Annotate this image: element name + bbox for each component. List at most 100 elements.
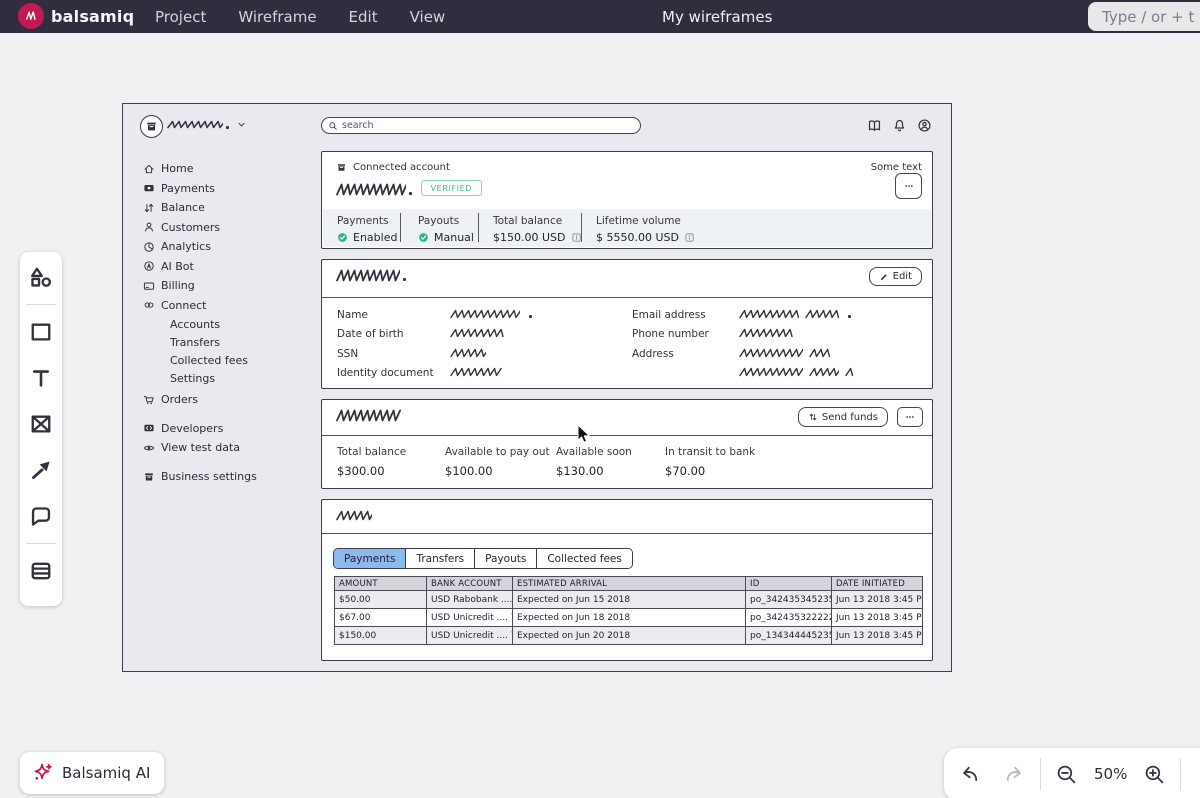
value-squiggle xyxy=(450,328,504,338)
bell-icon[interactable] xyxy=(892,118,907,133)
value-squiggle xyxy=(809,367,839,377)
account-title-squiggle xyxy=(336,183,406,196)
sidebar-item-ai-bot[interactable]: AI Bot xyxy=(143,260,303,273)
image-tool[interactable] xyxy=(28,411,54,437)
more-options-button[interactable] xyxy=(897,407,923,427)
comment-tool[interactable] xyxy=(28,503,54,529)
sidebar-item-customers[interactable]: Customers xyxy=(143,221,303,234)
datagrid-tool[interactable] xyxy=(28,558,54,584)
tab-collected-fees[interactable]: Collected fees xyxy=(537,549,632,568)
stat-available-soon: Available soon $130.00 xyxy=(556,446,632,478)
panel-title-squiggle xyxy=(336,409,401,422)
table-row: $67.00 USD Unicredit .... 7412 Expected … xyxy=(334,608,923,627)
arrow-icon xyxy=(29,458,53,482)
sidebar-item-home[interactable]: Home xyxy=(143,162,303,175)
activity-panel[interactable]: Payments Transfers Payouts Collected fee… xyxy=(321,499,933,661)
field-row: Name Email address xyxy=(322,309,932,324)
quick-add-input[interactable]: Type / or + t xyxy=(1088,2,1200,31)
datagrid-icon xyxy=(29,559,53,583)
sidebar-item-business-settings[interactable]: Business settings xyxy=(143,470,303,483)
sidebar-item-settings[interactable]: Settings xyxy=(143,372,303,385)
info-icon[interactable] xyxy=(684,232,695,243)
payments-table[interactable]: AMOUNT BANK ACCOUNT ESTIMATED ARRIVAL ID… xyxy=(334,576,923,645)
value-squiggle xyxy=(739,309,799,319)
divider xyxy=(1180,758,1182,790)
dot xyxy=(403,278,406,281)
panel-title-row: Edit xyxy=(336,267,922,286)
divider xyxy=(581,213,582,242)
tab-payments[interactable]: Payments xyxy=(334,549,407,568)
tab-transfers[interactable]: Transfers xyxy=(406,549,476,568)
rectangle-tool[interactable] xyxy=(28,319,54,345)
link-icon xyxy=(143,299,155,311)
tools-panel xyxy=(20,252,62,606)
image-icon xyxy=(29,412,53,436)
mock-account-switcher[interactable] xyxy=(167,119,247,130)
field-row: SSN Address xyxy=(322,348,932,363)
check-circle-icon xyxy=(418,232,429,243)
balsamiq-brand[interactable]: balsamiq xyxy=(18,3,134,29)
circled-a-icon xyxy=(143,260,155,272)
value-squiggle xyxy=(805,309,839,319)
rectangle-icon xyxy=(29,320,53,344)
sparkle-icon xyxy=(32,762,54,784)
value-squiggle xyxy=(739,348,803,358)
balsamiq-ai-button[interactable]: Balsamiq AI xyxy=(20,752,164,794)
sidebar-item-transfers[interactable]: Transfers xyxy=(143,336,303,349)
sidebar-item-accounts[interactable]: Accounts xyxy=(143,318,303,331)
search-placeholder: search xyxy=(342,120,374,131)
stat-total-balance: Total balance $150.00 USD xyxy=(493,215,582,244)
sidebar-item-orders[interactable]: Orders xyxy=(143,393,303,406)
zoom-level[interactable]: 50% xyxy=(1094,765,1127,783)
more-options-button[interactable] xyxy=(895,173,922,199)
divider xyxy=(322,533,932,534)
shapes-icon xyxy=(29,265,53,289)
book-icon[interactable] xyxy=(867,118,882,133)
stat-available-to-pay-out: Available to pay out $100.00 xyxy=(445,446,550,478)
eye-icon xyxy=(143,442,155,454)
arrow-tool[interactable] xyxy=(28,457,54,483)
sidebar-item-balance[interactable]: Balance xyxy=(143,201,303,214)
text-icon xyxy=(29,366,53,390)
connected-account-panel[interactable]: Connected account Some text VERIFIED Pay… xyxy=(321,151,933,249)
menu-view[interactable]: View xyxy=(410,8,446,26)
zoom-in-icon[interactable] xyxy=(1143,763,1166,786)
zoom-out-icon[interactable] xyxy=(1055,763,1078,786)
mouse-cursor xyxy=(577,424,590,443)
pencil-icon xyxy=(879,272,889,282)
redo-icon[interactable] xyxy=(1003,763,1026,786)
field-row: Identity document xyxy=(322,367,932,382)
up-down-arrows-icon xyxy=(808,412,818,422)
sidebar-item-developers[interactable]: Developers xyxy=(143,422,303,435)
mock-app-logo[interactable] xyxy=(140,115,163,138)
panel-title-squiggle xyxy=(336,510,372,521)
ellipsis-icon xyxy=(904,411,916,423)
account-details-panel[interactable]: Edit Name Email address Date of birth Ph… xyxy=(321,259,933,389)
sidebar-item-analytics[interactable]: Analytics xyxy=(143,240,303,253)
mock-search-input[interactable]: search xyxy=(321,117,641,134)
balance-panel[interactable]: Send funds Total balance $300.00 Availab… xyxy=(321,399,933,489)
ui-library-tool[interactable] xyxy=(28,264,54,290)
send-funds-button[interactable]: Send funds xyxy=(797,407,888,427)
info-icon[interactable] xyxy=(571,232,582,243)
sidebar-item-collected-fees[interactable]: Collected fees xyxy=(143,354,303,367)
sidebar-item-view-test-data[interactable]: View test data xyxy=(143,441,303,454)
dot xyxy=(848,315,851,318)
comment-icon xyxy=(29,504,53,528)
menu-wireframe[interactable]: Wireframe xyxy=(238,8,316,26)
sidebar-item-billing[interactable]: Billing xyxy=(143,279,303,292)
menu-edit[interactable]: Edit xyxy=(349,8,378,26)
field-row: Date of birth Phone number xyxy=(322,328,932,343)
value-squiggle xyxy=(450,309,520,319)
edit-button[interactable]: Edit xyxy=(868,267,922,286)
account-icon[interactable] xyxy=(917,118,932,133)
corner-text: Some text xyxy=(870,162,922,173)
sidebar-item-connect[interactable]: Connect xyxy=(143,299,303,312)
wireframe-canvas[interactable]: search Home Payments Balance Customers A… xyxy=(122,103,952,672)
account-title-row: VERIFIED xyxy=(336,180,483,196)
sidebar-item-payments[interactable]: Payments xyxy=(143,182,303,195)
text-tool[interactable] xyxy=(28,365,54,391)
undo-icon[interactable] xyxy=(958,763,981,786)
tab-payouts[interactable]: Payouts xyxy=(475,549,538,568)
menu-project[interactable]: Project xyxy=(155,8,206,26)
